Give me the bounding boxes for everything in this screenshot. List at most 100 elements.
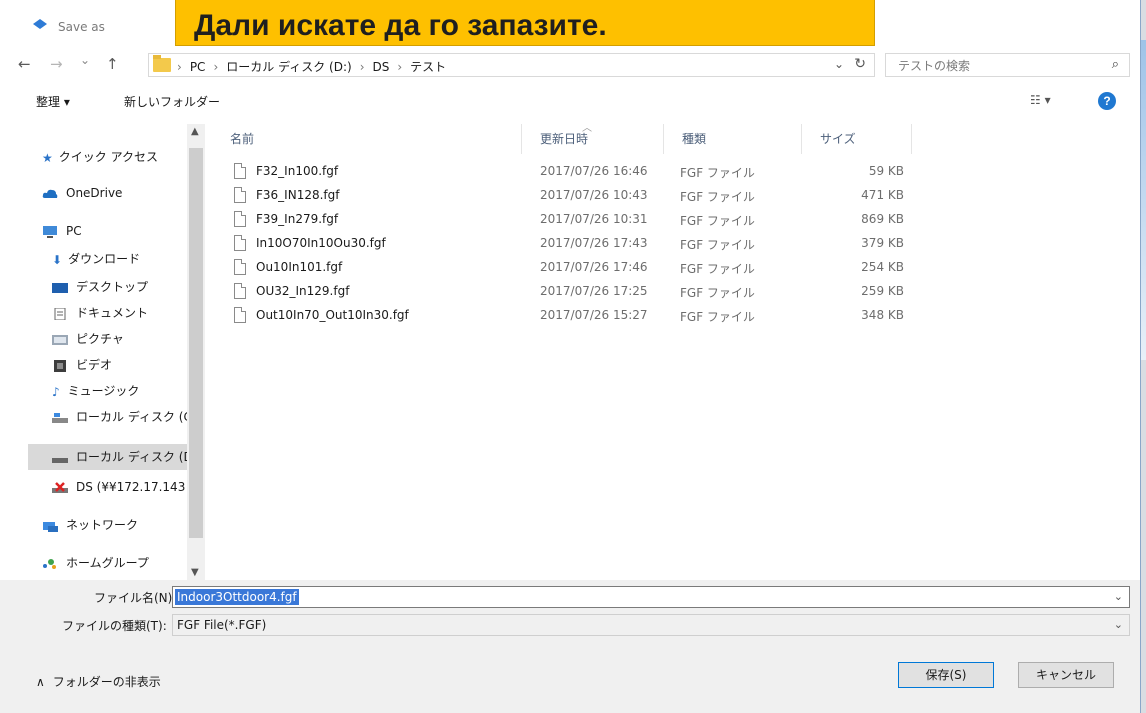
search-input[interactable] — [896, 58, 1090, 74]
file-size: 259 KB — [861, 284, 904, 298]
filetype-label: ファイルの種類(T): — [62, 619, 167, 633]
search-box[interactable]: ⌕ — [885, 53, 1130, 77]
file-name: F39_In279.fgf — [256, 212, 339, 226]
sidebar-item-local-disk-d[interactable]: ローカル ディスク (D — [28, 444, 200, 470]
table-row[interactable]: OU32_In129.fgf 2017/07/26 17:25 FGF ファイル… — [212, 280, 912, 304]
refresh-icon[interactable]: ↻ — [854, 56, 866, 72]
scroll-down-icon[interactable]: ▼ — [191, 567, 199, 578]
sidebar-item-homegroup[interactable]: ホームグループ — [42, 554, 149, 571]
video-icon — [54, 359, 66, 372]
file-icon — [234, 283, 246, 299]
sidebar-item-onedrive[interactable]: OneDrive — [42, 186, 122, 200]
file-icon — [234, 307, 246, 323]
table-row[interactable]: F36_IN128.fgf 2017/07/26 10:43 FGF ファイル … — [212, 184, 912, 208]
filetype-value: FGF File(*.FGF) — [177, 618, 267, 632]
file-date: 2017/07/26 10:31 — [540, 212, 648, 226]
breadcrumb-test[interactable]: テスト — [410, 60, 446, 74]
address-bar[interactable]: › PC › ローカル ディスク (D:) › DS › テスト ⌄ ↻ — [148, 53, 875, 77]
scrollbar-thumb[interactable] — [189, 148, 203, 538]
chevron-down-icon[interactable]: ⌄ — [834, 57, 844, 71]
save-button[interactable]: 保存(S) — [898, 662, 994, 688]
file-name: OU32_In129.fgf — [256, 284, 350, 298]
sidebar-item-label: ローカル ディスク (C — [76, 410, 192, 424]
table-row[interactable]: In10O70In10Ou30.fgf 2017/07/26 17:43 FGF… — [212, 232, 912, 256]
file-size: 471 KB — [861, 188, 904, 202]
sidebar-item-videos[interactable]: ビデオ — [52, 356, 112, 373]
file-type: FGF ファイル — [680, 166, 755, 180]
file-icon — [234, 163, 246, 179]
filetype-select[interactable]: FGF File(*.FGF) ⌄ — [172, 614, 1130, 636]
file-name: F36_IN128.fgf — [256, 188, 340, 202]
up-arrow-icon[interactable]: ↑ — [106, 55, 119, 73]
sidebar-item-pc[interactable]: PC — [42, 224, 82, 238]
network-drive-icon — [52, 481, 68, 493]
sidebar-item-ds-network-drive[interactable]: DS (¥¥172.17.143 — [52, 480, 185, 494]
file-size: 869 KB — [861, 212, 904, 226]
sidebar-item-quick-access[interactable]: ★ クイック アクセス — [42, 148, 158, 165]
file-icon — [234, 259, 246, 275]
sidebar-item-local-disk-c[interactable]: ローカル ディスク (C — [52, 408, 192, 425]
scroll-up-icon[interactable]: ▲ — [191, 126, 199, 137]
drive-icon — [52, 412, 68, 423]
file-list: F32_In100.fgf 2017/07/26 16:46 FGF ファイル … — [212, 160, 912, 328]
sidebar-item-label: ホームグループ — [66, 556, 149, 570]
sidebar-item-downloads[interactable]: ⬇ ダウンロード — [52, 250, 140, 267]
filename-field[interactable]: Indoor3Ottdoor4.fgf ⌄ — [172, 586, 1130, 608]
column-header: ︿ 名前 更新日時 種類 サイズ — [212, 123, 912, 154]
table-row[interactable]: Ou10In101.fgf 2017/07/26 17:46 FGF ファイル … — [212, 256, 912, 280]
column-name[interactable]: 名前 — [212, 124, 522, 154]
cancel-button[interactable]: キャンセル — [1018, 662, 1114, 688]
chevron-up-icon: ∧ — [36, 675, 45, 689]
breadcrumb-local-disk-d[interactable]: ローカル ディスク (D:) — [226, 60, 351, 74]
dialog-footer: ファイル名(N): Indoor3Ottdoor4.fgf ⌄ ファイルの種類(… — [0, 580, 1140, 713]
recent-locations-icon[interactable]: ⌄ — [80, 53, 90, 67]
hide-folders-label: フォルダーの非表示 — [52, 675, 161, 689]
file-type: FGF ファイル — [680, 262, 755, 276]
table-row[interactable]: F39_In279.fgf 2017/07/26 10:31 FGF ファイル … — [212, 208, 912, 232]
search-icon[interactable]: ⌕ — [1112, 57, 1119, 72]
column-type[interactable]: 種類 — [664, 124, 802, 154]
sidebar-item-pictures[interactable]: ピクチャ — [52, 330, 124, 347]
breadcrumb-pc[interactable]: PC — [190, 60, 206, 74]
sidebar-item-label: DS (¥¥172.17.143 — [76, 480, 186, 494]
navigation-scrollbar[interactable]: ▲ ▼ — [187, 124, 205, 580]
new-folder-button[interactable]: 新しいフォルダー — [124, 93, 220, 110]
table-row[interactable]: Out10In70_Out10In30.fgf 2017/07/26 15:27… — [212, 304, 912, 328]
sidebar-item-music[interactable]: ♪ ミュージック — [52, 382, 139, 399]
chevron-down-icon[interactable]: ⌄ — [1114, 590, 1123, 603]
back-arrow-icon[interactable]: ← — [18, 55, 31, 73]
breadcrumb-ds[interactable]: DS — [373, 60, 390, 74]
sidebar-item-label: ビデオ — [76, 358, 113, 372]
music-icon: ♪ — [52, 384, 60, 399]
chevron-down-icon[interactable]: ⌄ — [1114, 618, 1123, 631]
file-icon — [234, 211, 246, 227]
sidebar-item-label: ネットワーク — [66, 518, 139, 532]
document-icon — [54, 307, 66, 320]
sidebar-item-label: ミュージック — [67, 384, 140, 398]
file-type: FGF ファイル — [680, 310, 755, 324]
view-options-icon[interactable]: ☷ ▾ — [1030, 93, 1051, 107]
save-icon — [33, 19, 47, 29]
folder-icon — [153, 55, 171, 72]
file-size: 254 KB — [861, 260, 904, 274]
file-name: Out10In70_Out10In30.fgf — [256, 308, 409, 322]
pictures-icon — [52, 334, 68, 345]
table-row[interactable]: F32_In100.fgf 2017/07/26 16:46 FGF ファイル … — [212, 160, 912, 184]
column-size[interactable]: サイズ — [802, 124, 912, 154]
sidebar-item-network[interactable]: ネットワーク — [42, 516, 138, 533]
organize-button[interactable]: 整理 ▾ — [36, 93, 70, 110]
drive-icon — [52, 457, 68, 463]
hide-folders-toggle[interactable]: ∧ フォルダーの非表示 — [36, 673, 161, 690]
sidebar-item-documents[interactable]: ドキュメント — [52, 304, 148, 321]
help-icon[interactable]: ? — [1098, 92, 1116, 110]
sidebar-item-label: ドキュメント — [76, 306, 149, 320]
column-date-modified[interactable]: 更新日時 — [522, 124, 664, 154]
filename-value[interactable]: Indoor3Ottdoor4.fgf — [175, 589, 299, 605]
forward-arrow-icon[interactable]: → — [50, 55, 63, 73]
sidebar-item-desktop[interactable]: デスクトップ — [52, 278, 148, 295]
banner-text: Дали искате да го запазите. — [194, 9, 607, 42]
star-icon: ★ — [42, 150, 53, 165]
computer-icon — [43, 225, 57, 238]
sidebar-item-label: クイック アクセス — [58, 150, 158, 164]
sidebar-item-label: ダウンロード — [68, 252, 141, 266]
